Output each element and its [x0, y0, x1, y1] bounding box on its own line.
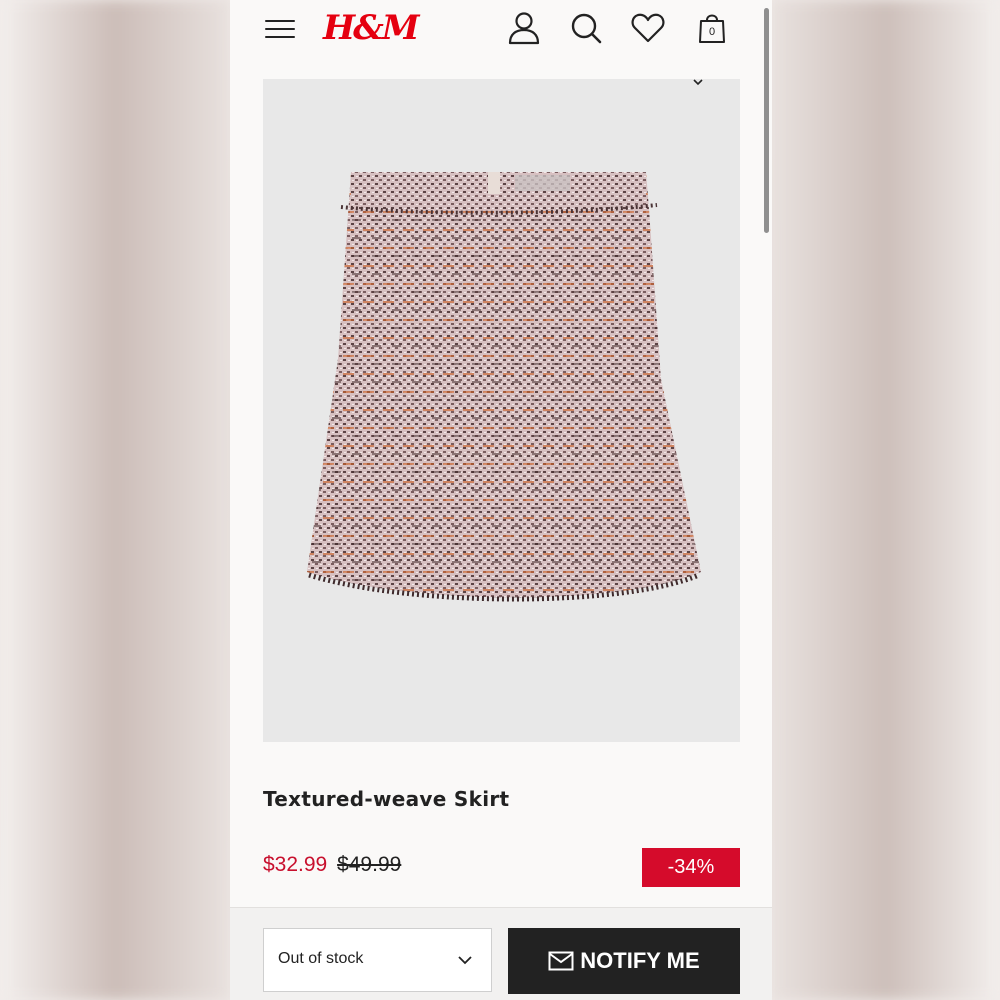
product-title: Textured-weave Skirt — [263, 787, 510, 811]
phone-screen: H&M 0 Textured-weave Skirt $32.99 $49.99… — [230, 0, 772, 1000]
hm-logo[interactable]: H&M — [323, 8, 419, 48]
notify-me-button[interactable]: NOTIFY ME — [508, 928, 740, 994]
product-image[interactable] — [263, 79, 740, 742]
background-blur-right — [772, 0, 1000, 1000]
mail-icon — [548, 951, 574, 971]
bag-icon[interactable]: 0 — [696, 10, 728, 46]
chevron-down-icon — [458, 956, 472, 965]
menu-icon[interactable] — [265, 18, 295, 40]
price-row: $32.99 $49.99 — [263, 853, 401, 877]
heart-icon[interactable] — [630, 10, 666, 46]
size-select-value: Out of stock — [278, 950, 364, 967]
original-price: $49.99 — [337, 853, 402, 876]
size-select[interactable]: Out of stock — [263, 928, 492, 992]
background-blur-left — [0, 0, 230, 1000]
skirt-body — [307, 172, 701, 602]
scrollbar[interactable] — [764, 8, 769, 233]
bottom-purchase-bar: Out of stock NOTIFY ME — [230, 907, 772, 1000]
search-icon[interactable] — [568, 10, 604, 46]
discount-badge: -34% — [642, 848, 740, 887]
notify-me-label: NOTIFY ME — [580, 948, 700, 973]
sale-price: $32.99 — [263, 853, 328, 876]
button-icon — [488, 172, 500, 194]
top-header: H&M 0 — [230, 0, 772, 62]
account-icon[interactable] — [506, 10, 542, 46]
chevron-down-icon[interactable] — [691, 79, 705, 87]
skirt-illustration — [307, 172, 701, 602]
bag-count: 0 — [708, 26, 716, 38]
